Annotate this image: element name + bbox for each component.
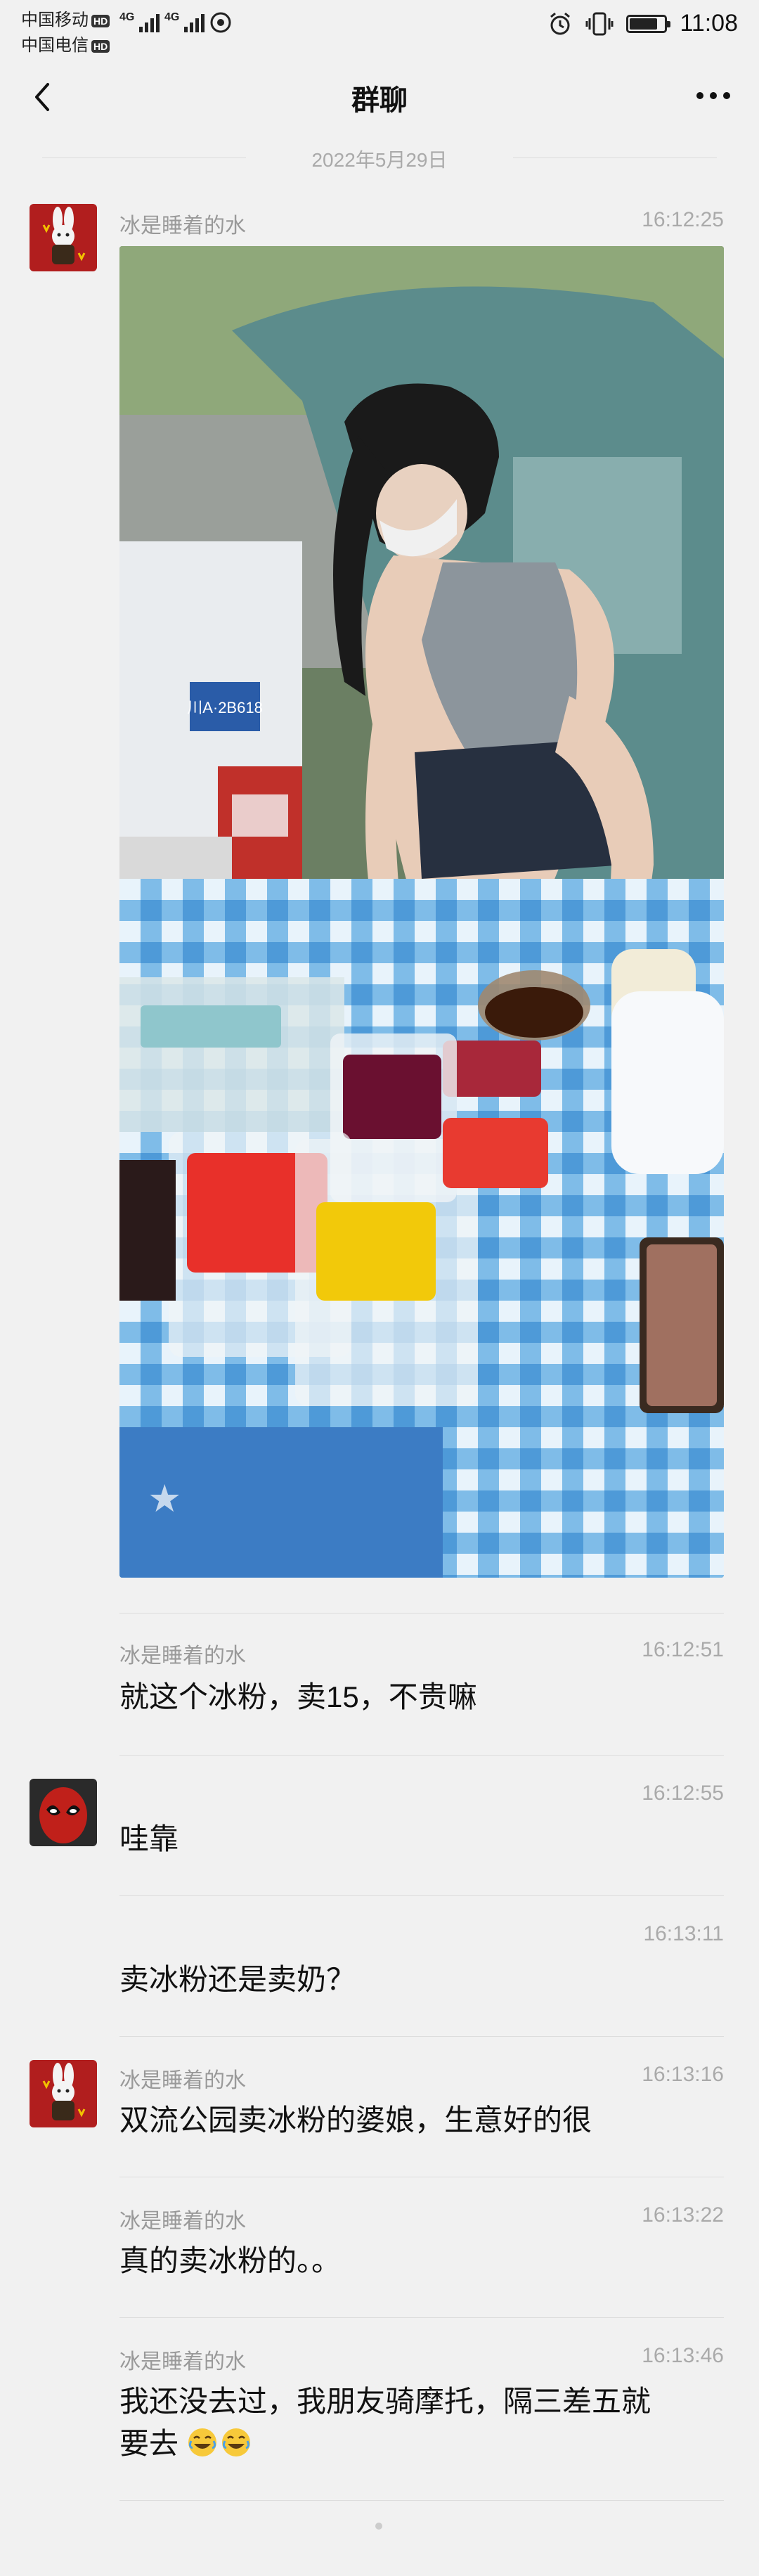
laugh-cry-emoji-icon [221, 2428, 250, 2456]
message-time: 16:13:16 [642, 2063, 724, 2086]
license-plate-text: 川A·2B618 [187, 699, 263, 716]
vibrate-icon [585, 12, 614, 35]
date-line-left [42, 157, 246, 158]
sender-name: 冰是睡着的水 [119, 1644, 246, 1668]
sender-name: 冰是睡着的水 [119, 2210, 246, 2233]
message-time: 16:13:22 [642, 2203, 724, 2227]
avatar[interactable] [30, 204, 97, 271]
network-type-1: 4G [119, 11, 135, 23]
date-line-right [513, 157, 717, 158]
status-right: 11:08 [547, 10, 738, 37]
sender-name: 冰是睡着的水 [119, 214, 246, 238]
message-text: 就这个冰粉，卖15，不贵嘛 [119, 1680, 477, 1713]
food-stall-photo: 川A·2B618 ★ [119, 246, 724, 1578]
date-separator: 2022年5月29日 [0, 145, 759, 173]
carrier-name-1: 中国移动 [21, 11, 89, 30]
wifi-icon [210, 12, 231, 33]
divider [119, 2036, 724, 2037]
avatar[interactable] [30, 2060, 97, 2127]
message-line: 我还没去过，我朋友骑摩托，隔三差五就 [119, 2385, 651, 2418]
carrier-label-2: 中国电信 HD [21, 31, 110, 56]
nav-bar: 群聊 [0, 56, 759, 141]
hd-badge: HD [91, 39, 110, 53]
alarm-icon [550, 12, 571, 34]
avatar[interactable] [30, 1779, 97, 1846]
message-text: 真的卖冰粉的。。 [119, 2244, 342, 2277]
message-time: 16:12:55 [642, 1782, 724, 1805]
sender-name: 冰是睡着的水 [119, 2350, 246, 2374]
carrier-label-1: 中国移动 HD [21, 6, 110, 30]
hd-badge: HD [91, 14, 110, 27]
message-text: 哇靠 [119, 1822, 179, 1855]
message-text: 卖冰粉还是卖奶？ [119, 1963, 356, 1996]
message-line: 要去 [119, 2427, 179, 2460]
more-dots-icon[interactable] [689, 75, 738, 117]
laugh-cry-emoji-icon [188, 2428, 216, 2456]
message-time: 16:13:46 [642, 2344, 724, 2367]
date-text: 2022年5月29日 [311, 149, 448, 171]
battery-level [630, 18, 657, 30]
carrier-name-2: 中国电信 [21, 36, 89, 55]
page-title: 群聊 [351, 85, 408, 116]
divider [119, 2500, 724, 2501]
message-text: 我还没去过，我朋友骑摩托，隔三差五就 要去 [119, 2381, 703, 2465]
signal-icon [184, 8, 205, 32]
rabbit-avatar-icon [30, 2060, 97, 2127]
message-time: 16:12:51 [642, 1638, 724, 1661]
rabbit-avatar-icon [30, 204, 97, 271]
message-time: 16:13:11 [643, 1922, 724, 1945]
divider [119, 2317, 724, 2318]
message-photo[interactable]: 川A·2B618 ★ [119, 246, 724, 1578]
deadpool-avatar-icon [30, 1779, 97, 1846]
divider [119, 1895, 724, 1896]
divider [119, 1755, 724, 1756]
message-time: 16:12:25 [642, 208, 724, 231]
battery-icon [626, 14, 671, 33]
sender-name: 冰是睡着的水 [119, 2069, 246, 2092]
network-type-2: 4G [164, 11, 180, 23]
clock: 11:08 [680, 10, 738, 37]
scroll-indicator [375, 2523, 382, 2530]
photo-sign: ★ [148, 1478, 181, 1520]
status-bar: 中国移动 HD 中国电信 HD 4G 4G 11:08 [0, 0, 759, 56]
message-text: 双流公园卖冰粉的婆娘，生意好的很 [119, 2104, 592, 2137]
divider [119, 1613, 724, 1614]
signal-icon [139, 8, 160, 32]
